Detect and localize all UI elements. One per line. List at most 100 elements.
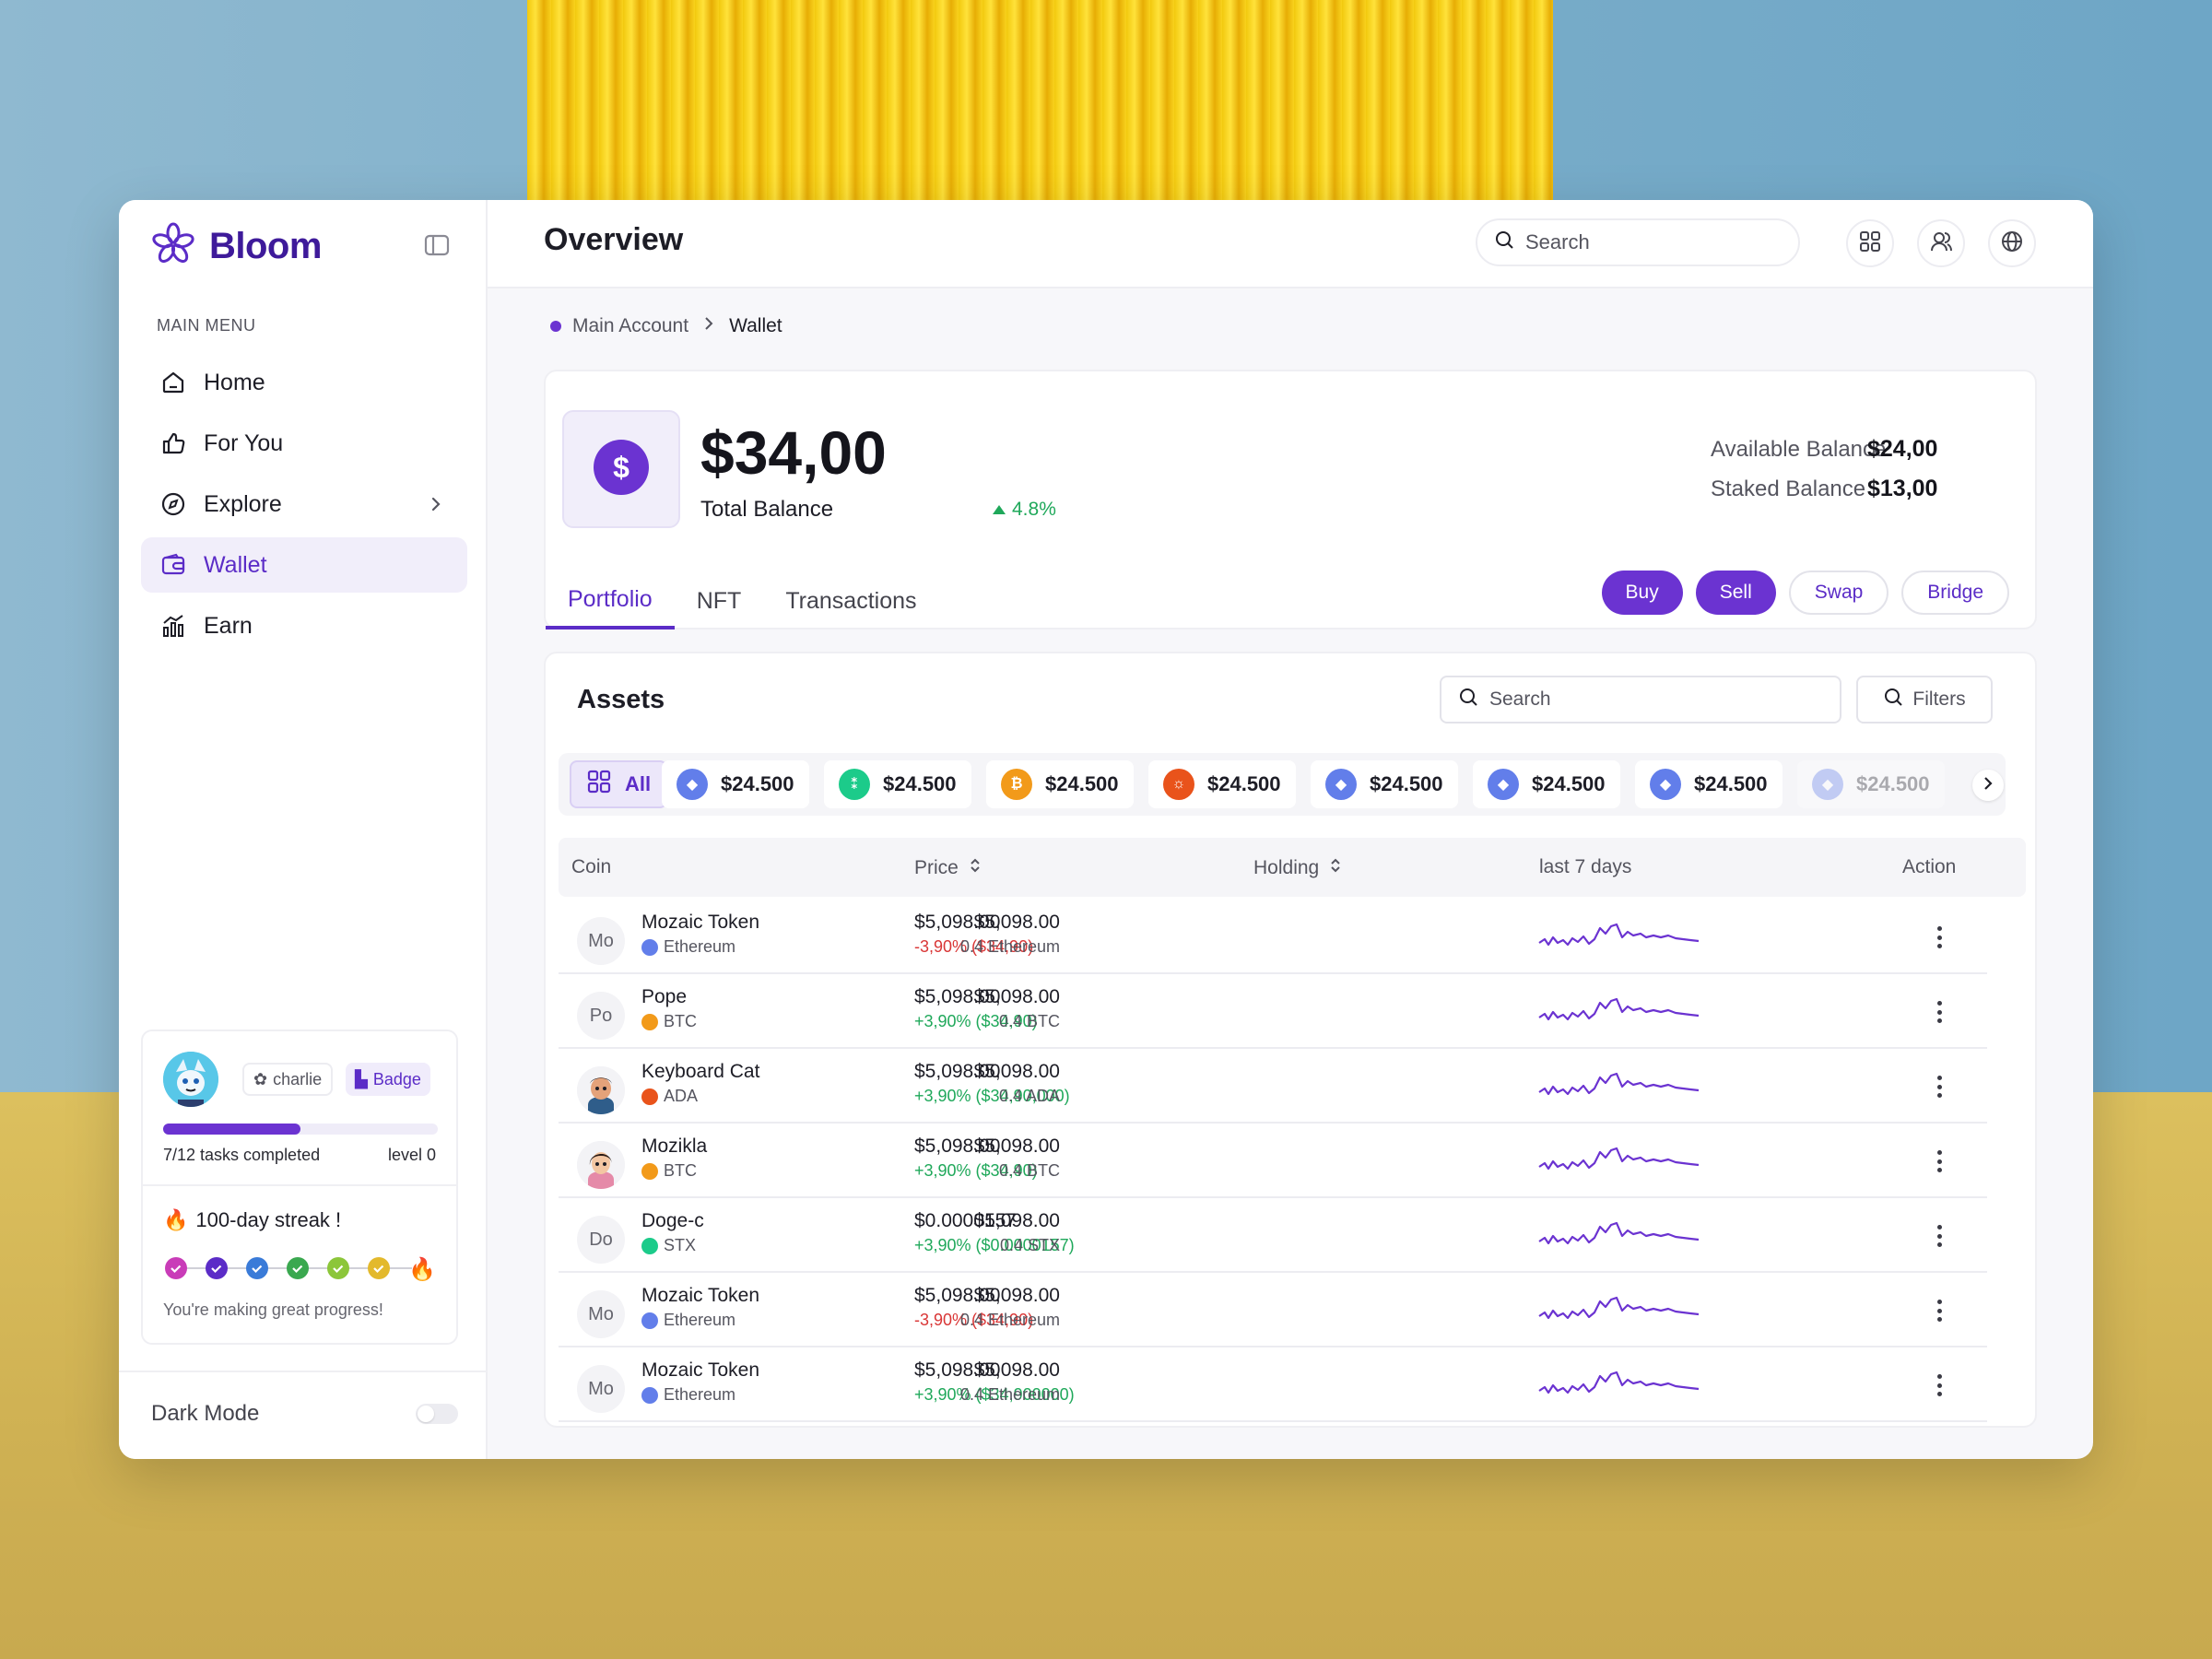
more-actions-icon[interactable] [1930, 1372, 1948, 1398]
brand[interactable]: Bloom [150, 220, 322, 272]
coin-icon: ₿ [1001, 769, 1032, 800]
streak-day-3-check-icon [246, 1257, 268, 1279]
sparkline-7d [1538, 1072, 1700, 1096]
users-button[interactable] [1917, 219, 1965, 267]
pill-all[interactable]: All [570, 760, 668, 808]
buy-button[interactable]: Buy [1601, 571, 1683, 615]
sparkline-7d [1538, 1371, 1700, 1394]
building-icon: ▙ [355, 1069, 368, 1088]
coin-avatar [577, 1141, 625, 1189]
dark-mode-label: Dark Mode [151, 1401, 260, 1426]
table-row[interactable]: Mozikla BTC $5,098.00 +3,90% ($34,90) $5,098… [559, 1124, 1987, 1198]
more-actions-icon[interactable] [1930, 1223, 1948, 1249]
avatar[interactable] [163, 1052, 218, 1107]
table-row[interactable]: Po Pope BTC $5,098.00 +3,90% ($34,90) $5,098.… [559, 975, 1987, 1049]
tab-portfolio[interactable]: Portfolio [546, 572, 675, 629]
pills-next-button[interactable] [1972, 770, 2004, 801]
holding-value: $5,098.00 [973, 912, 1060, 933]
apps-grid-button[interactable] [1846, 219, 1894, 267]
network-name: Ethereum [664, 1311, 736, 1329]
holding-amount: 0.4 Ethereum [959, 1311, 1060, 1329]
staked-balance-value: $13,00 [1867, 476, 1938, 501]
bloom-logo-icon [150, 221, 196, 272]
assets-search-input[interactable]: Search [1440, 676, 1841, 724]
triangle-up-icon [992, 499, 1006, 521]
sell-button[interactable]: Sell [1695, 571, 1776, 615]
grid-icon [586, 769, 612, 800]
dollar-icon: $ [594, 439, 649, 500]
pill-coin[interactable]: ◆ $24.500 [1635, 760, 1783, 808]
sidebar-item-wallet[interactable]: Wallet [141, 537, 467, 593]
dark-mode-toggle[interactable] [416, 1404, 458, 1424]
bridge-button[interactable]: Bridge [1901, 571, 2009, 615]
coin-avatar: Do [577, 1216, 625, 1264]
holding-value: $5,098.00 [973, 1061, 1060, 1082]
sidebar-item-label: Explore [204, 490, 282, 517]
holding-value: $5,098.00 [973, 1135, 1060, 1157]
svg-text:$: $ [613, 451, 629, 484]
pill-coin[interactable]: ₿ $24.500 [986, 760, 1134, 808]
pill-coin[interactable]: ☼ $24.500 [1148, 760, 1296, 808]
bar-chart-icon [159, 612, 187, 640]
streak-label: 100-day streak ! [195, 1208, 342, 1231]
column-holding[interactable]: Holding [1253, 856, 1343, 880]
sparkline-7d [1538, 1221, 1700, 1245]
table-row[interactable]: Mo Mozaic Token Ethereum $5,098.00 +3,90% ($… [559, 1348, 1987, 1422]
tab-nft[interactable]: NFT [675, 572, 764, 629]
pill-value: $24.500 [1045, 772, 1119, 795]
brand-name: Bloom [209, 225, 322, 266]
app-window: Bloom MAIN MENU Home For You Explore Wal… [119, 200, 2093, 1459]
tab-transactions[interactable]: Transactions [763, 572, 938, 629]
network-name: BTC [664, 1161, 697, 1180]
search-icon [1494, 229, 1514, 255]
column-price[interactable]: Price [914, 856, 982, 880]
network-icon [641, 1088, 658, 1105]
sidebar-item-for-you[interactable]: For You [141, 416, 467, 471]
chevron-right-icon [700, 314, 718, 338]
pill-coin[interactable]: ◆ $24.500 [1473, 760, 1620, 808]
level-label: level 0 [387, 1146, 436, 1164]
pill-coin[interactable]: ◆ $24.500 [662, 760, 809, 808]
sidebar-item-explore[interactable]: Explore [141, 477, 467, 532]
pill-coin[interactable]: ◆ $24.500 [1311, 760, 1458, 808]
coin-name: Doge-c [641, 1210, 704, 1231]
more-actions-icon[interactable] [1930, 1298, 1948, 1324]
wallet-tabs: Portfolio NFT Transactions [546, 572, 939, 631]
coin-avatar [577, 1066, 625, 1114]
table-row[interactable]: Mo Mozaic Token Ethereum $5,098.00 -3,90% ($… [559, 900, 1987, 974]
pill-coin[interactable]: ◆ $24.500 [1797, 760, 1945, 808]
task-progress-fill [163, 1124, 300, 1135]
global-search-input[interactable]: Search [1476, 218, 1800, 266]
more-actions-icon[interactable] [1930, 924, 1948, 950]
table-row[interactable]: Do Doge-c STX $0.0000157 +3,90% ($0.0000157)… [559, 1199, 1987, 1273]
breadcrumb-main-account[interactable]: Main Account [572, 315, 688, 337]
sidebar-item-earn[interactable]: Earn [141, 598, 467, 653]
search-icon [1883, 687, 1903, 712]
column-last7: last 7 days [1539, 856, 1632, 877]
language-button[interactable] [1988, 219, 2036, 267]
network-name: Ethereum [664, 1385, 736, 1404]
more-actions-icon[interactable] [1930, 1074, 1948, 1100]
filters-button[interactable]: Filters [1856, 676, 1993, 724]
coin-network: STX [641, 1236, 696, 1255]
swap-button[interactable]: Swap [1788, 571, 1889, 615]
streak-fire-icon: 🔥 [408, 1256, 436, 1282]
sidebar-item-home[interactable]: Home [141, 355, 467, 410]
breadcrumb-dot [550, 321, 561, 332]
holding-amount: 0.4 Ethereum [959, 1385, 1060, 1404]
more-actions-icon[interactable] [1930, 999, 1948, 1025]
assets-title: Assets [577, 685, 665, 714]
coin-network: ADA [641, 1087, 698, 1106]
card-divider [143, 1184, 456, 1186]
more-actions-icon[interactable] [1930, 1148, 1948, 1174]
table-row[interactable]: Mo Mozaic Token Ethereum $5,098.00 -3,90% ($… [559, 1274, 1987, 1347]
coin-avatar: Mo [577, 1365, 625, 1413]
pill-coin[interactable]: ⁑ $24.500 [824, 760, 971, 808]
badge-chip[interactable]: ▙ Badge [346, 1063, 430, 1096]
username-chip[interactable]: ✿ charlie [242, 1063, 334, 1096]
column-action: Action [1902, 856, 1957, 877]
table-row[interactable]: Keyboard Cat ADA $5,098.00 +3,90% ($34,90,0… [559, 1050, 1987, 1124]
network-name: STX [664, 1236, 697, 1254]
balance-change-value: 4.8% [1012, 499, 1056, 520]
sidebar-toggle-icon[interactable] [423, 231, 451, 259]
